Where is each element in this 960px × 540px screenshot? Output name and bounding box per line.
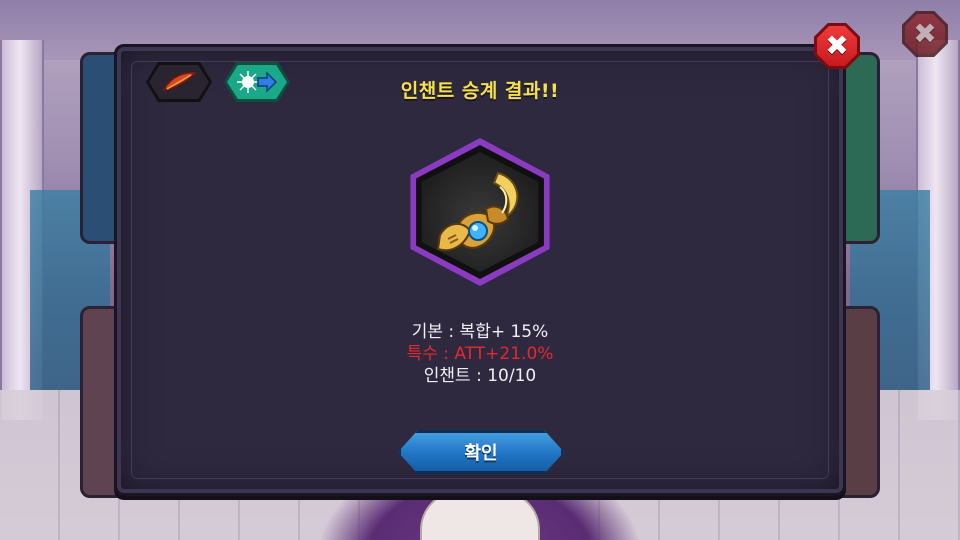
close-icon: ✖ (913, 17, 937, 50)
background-close-button[interactable]: ✖ (902, 11, 948, 57)
confirm-button[interactable]: 확인 (398, 430, 564, 474)
special-stat-text: 특수 : ATT+21.0% (406, 344, 554, 364)
enchant-stats: 기본 : 복합+ 15% 특수 : ATT+21.0% 인챈트 : 10/10 (0, 321, 960, 387)
enchant-level-text: 인챈트 : 10/10 (423, 366, 537, 386)
dialog-title: 인챈트 승계 결과!! (400, 80, 560, 102)
confirm-button-label: 확인 (464, 443, 498, 464)
golden-horn-gem-ornament-icon (436, 171, 519, 252)
base-stat-text: 기본 : 복합+ 15% (411, 322, 549, 342)
character-sleeve (420, 490, 540, 540)
close-icon: ✖ (825, 29, 849, 62)
close-button[interactable]: ✖ (814, 23, 860, 69)
